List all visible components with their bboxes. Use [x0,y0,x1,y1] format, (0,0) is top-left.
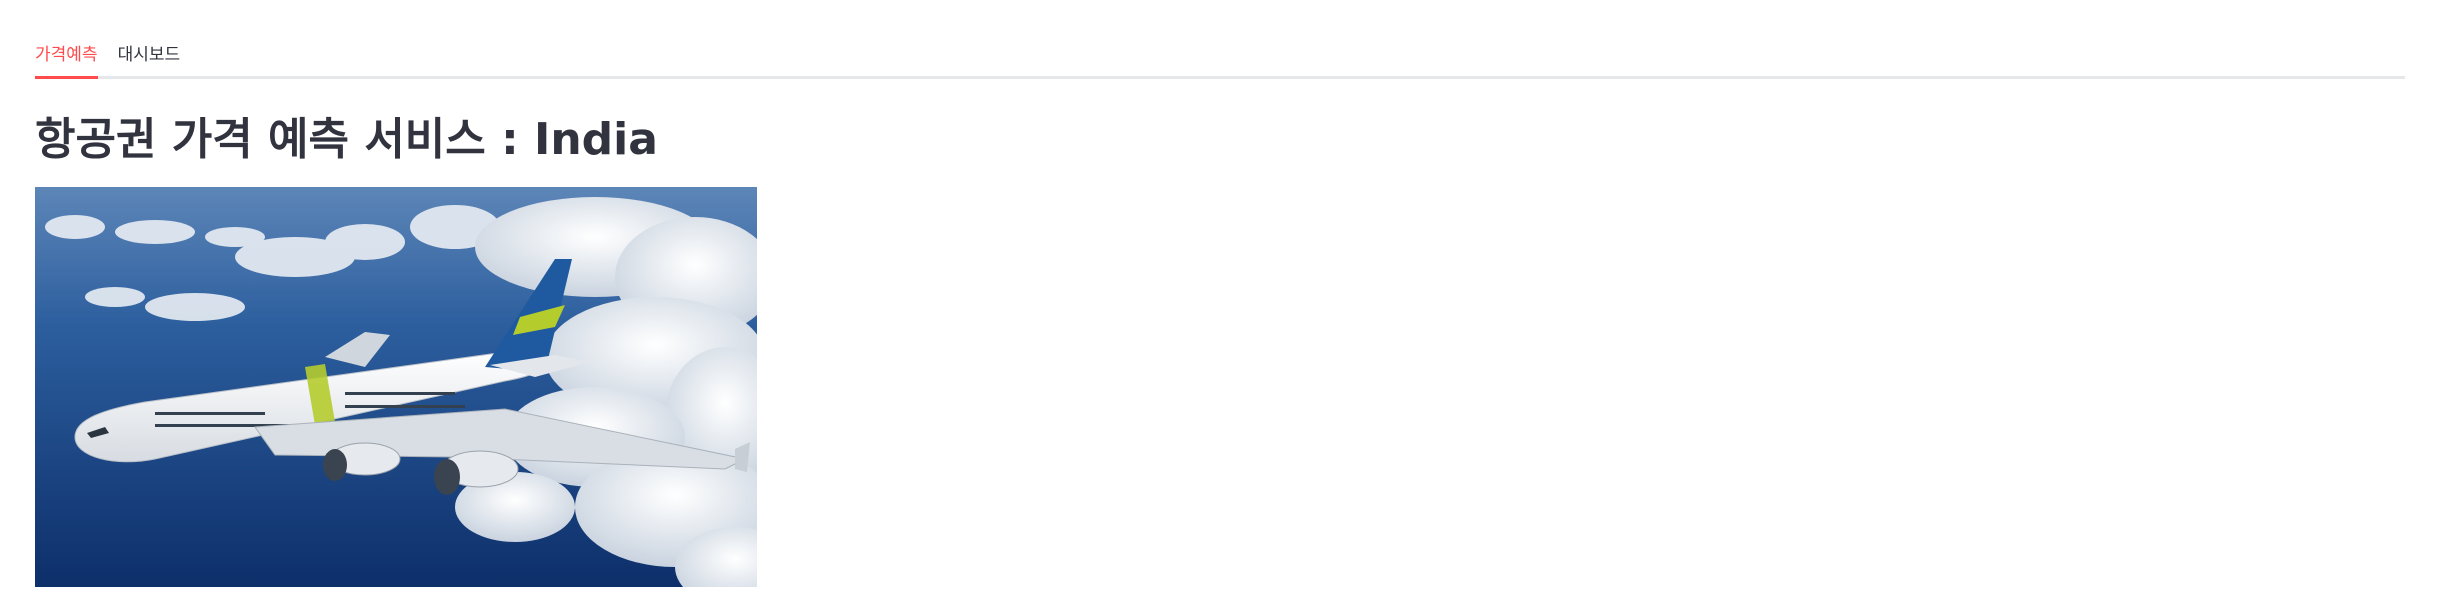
airplane-hero-image [35,187,757,587]
app-root: 가격예측 대시보드 항공권 가격 예측 서비스 : India [0,0,2441,602]
tab-dashboard[interactable]: 대시보드 [118,28,181,76]
tab-price-prediction[interactable]: 가격예측 [35,28,98,79]
tab-bar: 가격예측 대시보드 [35,28,2405,79]
page-title: 항공권 가격 예측 서비스 : India [35,114,658,165]
